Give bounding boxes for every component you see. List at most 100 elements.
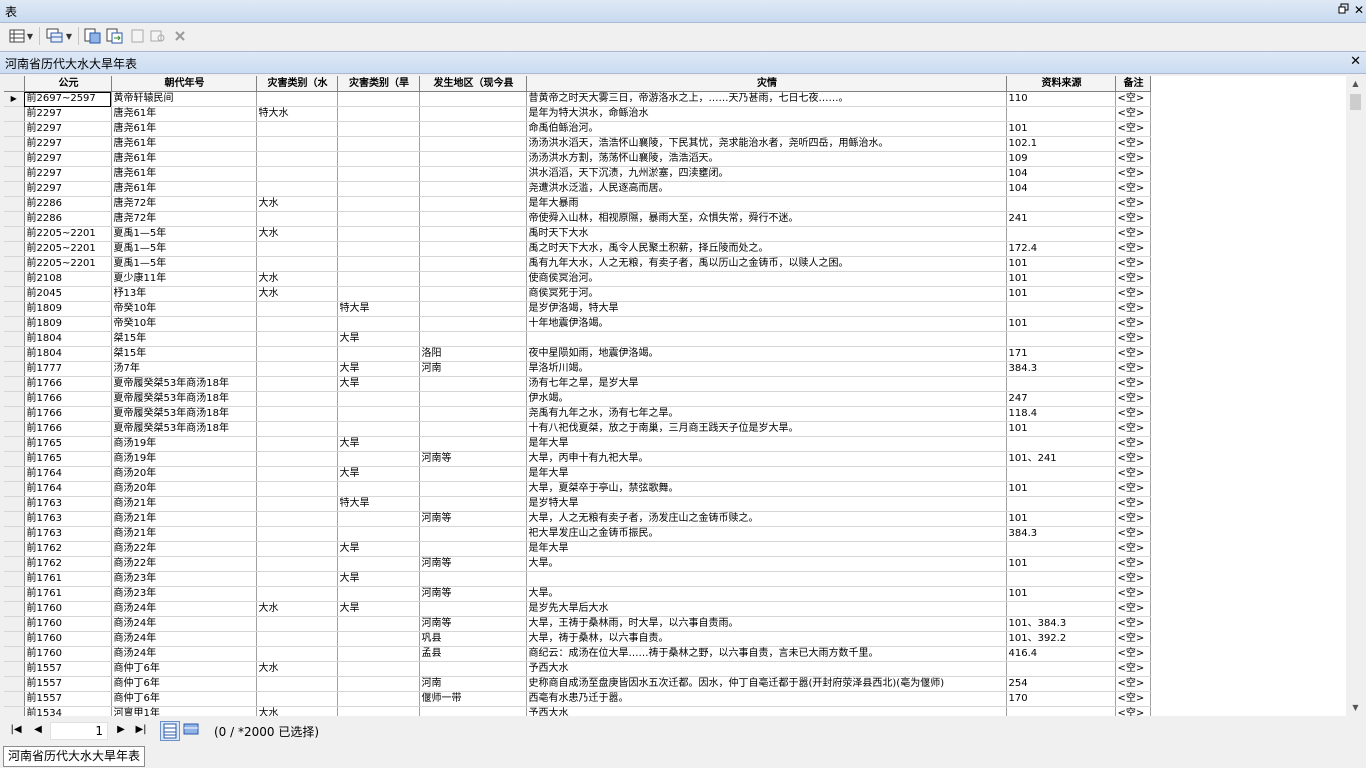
table-cell[interactable] — [337, 391, 420, 407]
table-cell[interactable]: 夏帝履癸桀53年商汤18年 — [111, 421, 257, 437]
column-header[interactable]: 资料来源 — [1006, 76, 1116, 92]
table-cell[interactable]: <空> — [1115, 106, 1151, 122]
table-row[interactable]: 前1766 夏帝履癸桀53年商汤18年 尧禹有九年之水，汤有七年之旱。 118.4 <空… — [4, 406, 1151, 422]
table-cell[interactable] — [256, 346, 338, 362]
table-cell[interactable]: 商汤19年 — [111, 451, 257, 467]
table-cell[interactable] — [1006, 601, 1116, 617]
table-cell[interactable] — [256, 406, 338, 422]
table-cell[interactable]: 前1762 — [24, 541, 112, 557]
table-cell[interactable]: 前2205~2201 — [24, 256, 112, 272]
row-selector[interactable] — [4, 301, 25, 317]
table-cell[interactable]: 商仲丁6年 — [111, 661, 257, 677]
table-row[interactable]: 前2297 唐尧61年 尧遭洪水泛滥，人民逐高而居。 104 <空> — [4, 181, 1151, 197]
table-cell[interactable] — [419, 376, 527, 392]
tab-close-icon[interactable]: ✕ — [1350, 54, 1361, 69]
table-cell[interactable]: 河南 — [419, 361, 527, 377]
row-selector[interactable] — [4, 391, 25, 407]
scroll-down-icon[interactable]: ▼ — [1347, 700, 1364, 716]
table-cell[interactable] — [1006, 436, 1116, 452]
table-cell[interactable] — [337, 241, 420, 257]
table-cell[interactable]: 史称商自成汤至盘庚皆因水五次迁都。因水，仲丁自亳迁都于嚣(开封府荥泽县西北)(亳… — [526, 676, 1007, 692]
table-cell[interactable]: <空> — [1115, 616, 1151, 632]
table-cell[interactable]: 河南等 — [419, 451, 527, 467]
table-cell[interactable]: 商汤23年 — [111, 586, 257, 602]
row-selector[interactable] — [4, 466, 25, 482]
scroll-thumb[interactable] — [1350, 94, 1361, 110]
table-cell[interactable]: 夏帝履癸桀53年商汤18年 — [111, 376, 257, 392]
table-cell[interactable]: 禹之时天下大水，禹令人民聚土积薪，择丘陵而处之。 — [526, 241, 1007, 257]
table-cell[interactable]: 前1760 — [24, 601, 112, 617]
table-cell[interactable]: 前2297 — [24, 151, 112, 167]
table-cell[interactable]: 101 — [1006, 256, 1116, 272]
row-selector[interactable] — [4, 361, 25, 377]
table-cell[interactable]: 是岁先大旱后大水 — [526, 601, 1007, 617]
table-cell[interactable] — [256, 571, 338, 587]
table-cell[interactable]: 唐尧72年 — [111, 196, 257, 212]
table-cell[interactable] — [337, 106, 420, 122]
table-cell[interactable] — [1006, 226, 1116, 242]
table-cell[interactable]: 前2286 — [24, 211, 112, 227]
table-cell[interactable] — [256, 316, 338, 332]
table-cell[interactable] — [337, 616, 420, 632]
table-cell[interactable]: 前1557 — [24, 661, 112, 677]
table-cell[interactable] — [256, 631, 338, 647]
table-cell[interactable] — [419, 226, 527, 242]
show-all-records-button[interactable] — [160, 721, 180, 741]
row-selector[interactable] — [4, 646, 25, 662]
row-selector[interactable] — [4, 256, 25, 272]
table-cell[interactable]: 西亳有水患乃迁于嚣。 — [526, 691, 1007, 707]
table-cell[interactable] — [1006, 466, 1116, 482]
table-cell[interactable]: 101 — [1006, 586, 1116, 602]
table-cell[interactable] — [419, 661, 527, 677]
table-cell[interactable]: 384.3 — [1006, 526, 1116, 542]
row-selector[interactable] — [4, 481, 25, 497]
table-row[interactable]: 前1557 商仲丁6年 大水 予西大水 <空> — [4, 661, 1151, 677]
table-cell[interactable]: <空> — [1115, 556, 1151, 572]
table-cell[interactable]: 特大水 — [256, 106, 338, 122]
table-cell[interactable] — [337, 451, 420, 467]
table-cell[interactable] — [256, 616, 338, 632]
row-selector[interactable] — [4, 436, 25, 452]
table-row[interactable]: 前2297 唐尧61年 命禹伯鲧治河。 101 <空> — [4, 121, 1151, 137]
first-record-icon[interactable]: |◀ — [8, 724, 24, 735]
table-cell[interactable]: <空> — [1115, 706, 1151, 716]
current-row-marker-icon[interactable]: ▶ — [4, 91, 25, 107]
table-cell[interactable]: 大水 — [256, 706, 338, 716]
row-selector[interactable] — [4, 286, 25, 302]
table-row[interactable]: 前1761 商汤23年 大旱 <空> — [4, 571, 1151, 587]
row-selector[interactable] — [4, 331, 25, 347]
table-cell[interactable]: 101 — [1006, 271, 1116, 287]
row-selector[interactable] — [4, 181, 25, 197]
table-cell[interactable]: 是年大旱 — [526, 436, 1007, 452]
table-cell[interactable]: 是岁特大旱 — [526, 496, 1007, 512]
table-cell[interactable] — [256, 526, 338, 542]
table-row[interactable]: 前1762 商汤22年 大旱 是年大旱 <空> — [4, 541, 1151, 557]
table-cell[interactable] — [419, 301, 527, 317]
table-cell[interactable]: 桀15年 — [111, 331, 257, 347]
table-cell[interactable]: 特大旱 — [337, 496, 420, 512]
table-cell[interactable]: 夏少康11年 — [111, 271, 257, 287]
table-cell[interactable] — [419, 136, 527, 152]
table-cell[interactable]: 杼13年 — [111, 286, 257, 302]
column-header[interactable]: 灾情 — [526, 76, 1007, 92]
table-cell[interactable]: 前1557 — [24, 691, 112, 707]
table-cell[interactable] — [526, 331, 1007, 347]
table-cell[interactable] — [256, 691, 338, 707]
row-selector-header[interactable] — [4, 76, 25, 92]
table-cell[interactable]: 唐尧61年 — [111, 106, 257, 122]
table-cell[interactable]: 商侯冥死于河。 — [526, 286, 1007, 302]
table-cell[interactable] — [256, 91, 338, 107]
table-cell[interactable]: 大旱 — [337, 376, 420, 392]
row-selector[interactable] — [4, 511, 25, 527]
table-cell[interactable]: 大水 — [256, 661, 338, 677]
table-cell[interactable] — [256, 511, 338, 527]
table-cell[interactable] — [419, 601, 527, 617]
table-cell[interactable] — [1006, 496, 1116, 512]
row-selector[interactable] — [4, 121, 25, 137]
table-cell[interactable]: 商汤20年 — [111, 466, 257, 482]
table-cell[interactable]: 大旱 — [337, 541, 420, 557]
table-cell[interactable]: <空> — [1115, 196, 1151, 212]
table-cell[interactable]: 禹时天下大水 — [526, 226, 1007, 242]
table-cell[interactable]: 汤汤洪水滔天，浩浩怀山襄陵，下民其忧，尧求能治水者，尧听四岳，用鲧治水。 — [526, 136, 1007, 152]
row-selector[interactable] — [4, 421, 25, 437]
